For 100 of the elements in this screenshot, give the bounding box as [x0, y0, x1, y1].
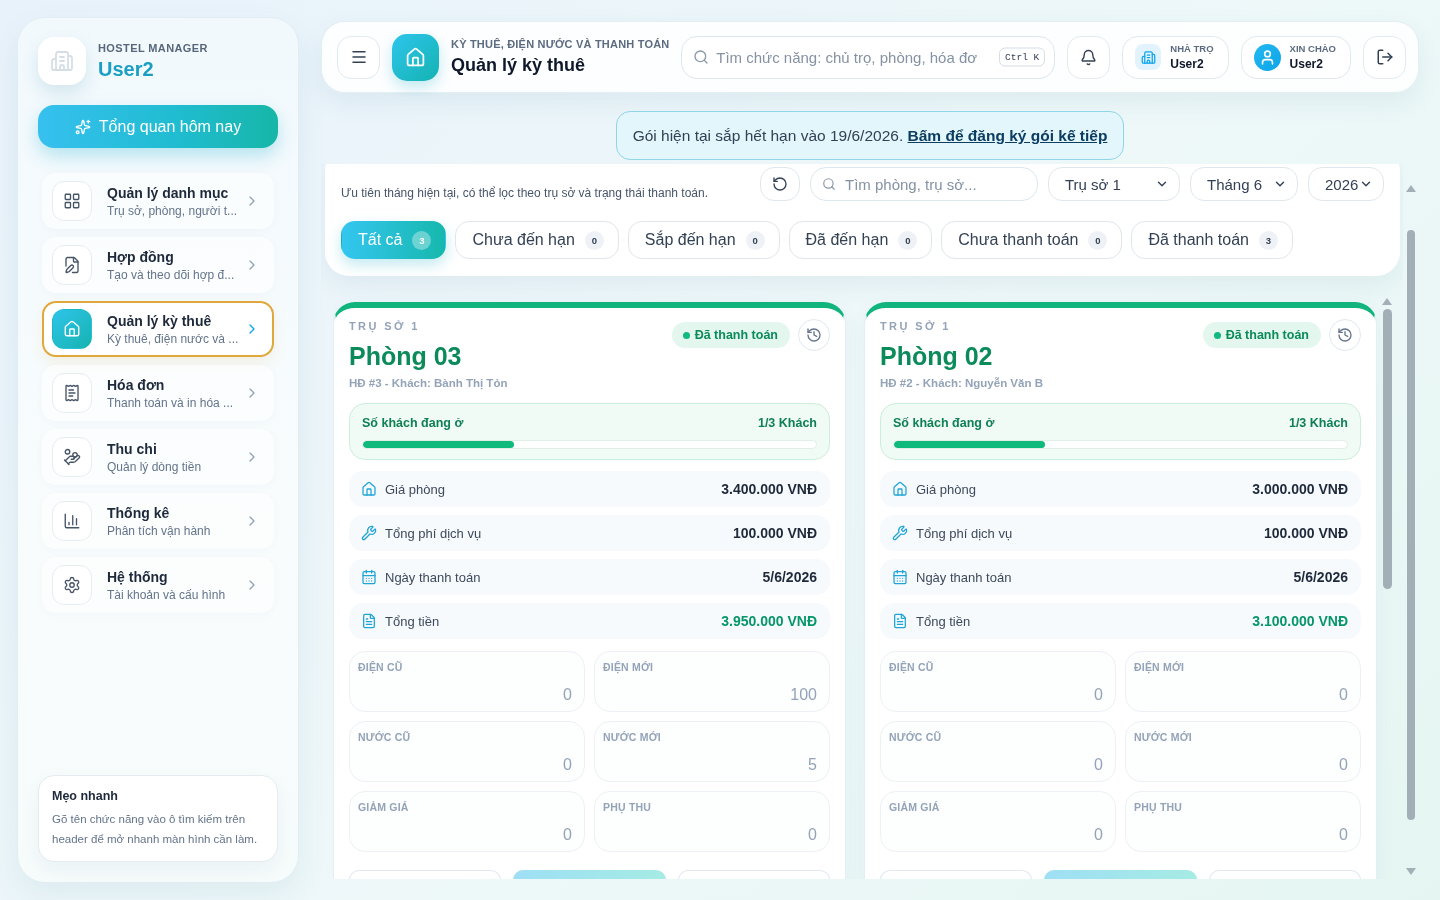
branch-label: TRỤ SỞ 1: [880, 319, 952, 334]
building-icon: [1135, 44, 1162, 70]
filter-subtitle: Ưu tiên tháng hiện tại, có thể lọc theo trụ sở và trạng thái thanh toán.: [341, 186, 709, 201]
history-button[interactable]: [798, 319, 830, 351]
field-label: PHỤ THU: [1134, 801, 1183, 813]
card-action-button[interactable]: [880, 870, 1033, 879]
grid-icon: [52, 181, 92, 221]
scroll-up-icon[interactable]: [1406, 185, 1416, 192]
filter-tab[interactable]: Sắp đến hạn 0: [627, 221, 780, 259]
status-text: Đã thanh toán: [1225, 328, 1309, 342]
nav-item[interactable]: Hợp đồng Tạo và theo dõi hợp đ...: [42, 237, 274, 293]
detail-value: 3.400.000 VNĐ: [721, 481, 817, 497]
search-icon: [822, 177, 836, 191]
filter-tab[interactable]: Chưa thanh toán 0: [941, 221, 1123, 259]
field-label: NƯỚC MỚI: [1134, 731, 1192, 743]
contract-info: HĐ #2 - Khách: Nguyễn Văn B: [880, 376, 1043, 390]
card-action-button[interactable]: [1208, 870, 1361, 879]
user-avatar-icon: [1253, 43, 1281, 71]
field-label: PHỤ THU: [603, 801, 652, 813]
scroll-up-icon[interactable]: [1382, 298, 1392, 305]
history-icon: [806, 327, 822, 343]
room-name: Phòng 03: [349, 341, 463, 372]
field-label: NƯỚC CŨ: [889, 731, 942, 743]
search-field[interactable]: Tìm phòng, trụ sở...: [810, 167, 1038, 201]
menu-button[interactable]: [337, 35, 380, 79]
card-action-button[interactable]: [513, 870, 666, 879]
detail-value: 3.950.000 VNĐ: [721, 613, 817, 629]
register-link[interactable]: Bấm để đăng ký gói kế tiếp: [907, 127, 1108, 144]
count-badge: 0: [745, 230, 765, 250]
detail-value: 5/6/2026: [762, 569, 817, 585]
document-icon: [361, 613, 377, 629]
bar-chart-icon: [52, 501, 92, 541]
refresh-icon: [772, 176, 788, 192]
sparkle-icon: [74, 118, 91, 135]
occupancy-label: Số khách đang ở: [362, 416, 464, 430]
wrench-icon: [361, 525, 377, 541]
field-label: NƯỚC MỚI: [603, 731, 661, 743]
scroll-down-icon[interactable]: [1406, 868, 1416, 875]
wrench-icon: [892, 525, 908, 541]
nav-item[interactable]: Hóa đơn Thanh toán và in hóa ...: [42, 365, 274, 421]
field-label: ĐIỆN MỚI: [1134, 661, 1185, 673]
nav-item[interactable]: Quản lý kỳ thuê Kỳ thuê, điện nước và ...: [42, 301, 274, 357]
card-action-button[interactable]: [1044, 870, 1197, 879]
card-action-button[interactable]: [349, 870, 502, 879]
bell-icon: [1080, 48, 1098, 66]
status-dot-icon: [1213, 331, 1221, 339]
filter-tab[interactable]: Đã thanh toán 3: [1131, 221, 1293, 259]
notice-banner: Gói hiện tại sắp hết hạn vào 19/6/2026. Bấm để đăng ký gói kế tiếp: [615, 111, 1125, 160]
home-icon: [892, 481, 908, 497]
detail-value: 3.000.000 VNĐ: [1252, 481, 1348, 497]
field-label: GIẢM GIÁ: [889, 801, 940, 813]
room-name: Phòng 02: [880, 341, 994, 372]
detail-label: Tổng phí dịch vụ: [916, 525, 1014, 541]
select-dropdown[interactable]: Trụ sở 1: [1048, 167, 1180, 201]
count-badge: 3: [412, 230, 432, 250]
field-label: NƯỚC CŨ: [358, 731, 411, 743]
count-badge: 0: [898, 230, 918, 250]
detail-label: Ngày thanh toán: [916, 569, 1013, 585]
tip-title: Mẹo nhanh: [52, 789, 119, 803]
filter-tab[interactable]: Chưa đến hạn 0: [455, 221, 619, 259]
field-label: ĐIỆN MỚI: [603, 661, 654, 673]
card-action-button[interactable]: [677, 870, 830, 879]
user-chip[interactable]: XIN CHÀO User2: [1240, 35, 1351, 79]
notification-button[interactable]: [1067, 35, 1111, 79]
nav-item[interactable]: Hệ thống Tài khoản và cấu hình: [42, 557, 274, 613]
logout-icon: [1375, 48, 1394, 66]
logout-button[interactable]: [1363, 35, 1406, 79]
hand-coins-icon: [52, 437, 92, 477]
filter-tab[interactable]: Đã đến hạn 0: [788, 221, 933, 259]
shortcut-key: Ctrl K: [999, 47, 1046, 67]
status-text: Đã thanh toán: [694, 328, 778, 342]
nav-item[interactable]: Thống kê Phân tích vận hành: [42, 493, 274, 549]
occupancy-reading: 1/3 Khách: [757, 416, 817, 430]
home-icon: [52, 309, 92, 349]
detail-value: 3.100.000 VNĐ: [1252, 613, 1348, 629]
brand-caption: HOSTEL MANAGER: [98, 41, 208, 54]
scrollbar-thumb[interactable]: [1382, 309, 1392, 589]
count-badge: 3: [1258, 230, 1278, 250]
status-dot-icon: [682, 331, 690, 339]
select-dropdown[interactable]: 2026: [1308, 167, 1384, 201]
refresh-button[interactable]: [760, 167, 800, 201]
nav-item[interactable]: Thu chi Quản lý dòng tiền: [42, 429, 274, 485]
document-icon: [892, 613, 908, 629]
building-icon: [38, 37, 86, 85]
history-button[interactable]: [1329, 319, 1361, 351]
nav-item[interactable]: Quản lý danh mục Trụ sở, phòng, người t...: [42, 173, 274, 229]
occupancy-reading: 1/3 Khách: [1288, 416, 1348, 430]
field-label: ĐIỆN CŨ: [358, 661, 403, 673]
field-label: ĐIỆN CŨ: [889, 661, 934, 673]
home-icon: [361, 481, 377, 497]
tip-text: Gõ tên chức năng vào ô tìm kiếm trên header để mở nhanh màn hình cần làm.: [52, 812, 259, 847]
select-dropdown[interactable]: Tháng 6: [1190, 167, 1298, 201]
hostel-chip[interactable]: NHÀ TRỌ User2: [1122, 35, 1229, 79]
detail-label: Tổng tiền: [385, 613, 441, 629]
menu-icon: [349, 48, 368, 66]
search-icon: [693, 49, 710, 65]
scrollbar-thumb[interactable]: [1407, 230, 1415, 820]
page-title: Quản lý kỳ thuê: [451, 55, 587, 76]
brand-name: User2: [98, 57, 155, 81]
detail-label: Tổng tiền: [916, 613, 972, 629]
